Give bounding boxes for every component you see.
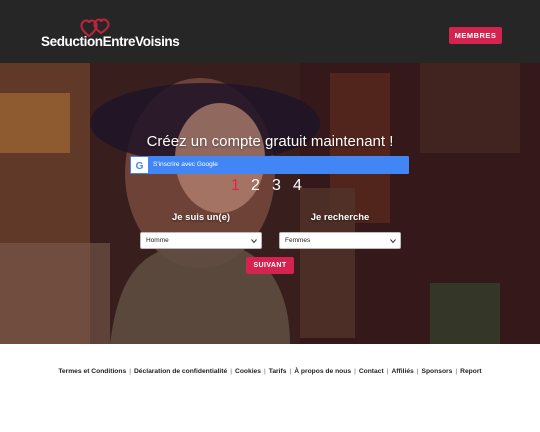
separator: | xyxy=(354,368,356,375)
hero-section: Créez un compte gratuit maintenant ! G S… xyxy=(0,63,540,344)
separator: | xyxy=(264,368,266,375)
footer-link-report[interactable]: Report xyxy=(460,368,482,375)
footer-link-about[interactable]: À propos de nous xyxy=(294,368,351,375)
footer-link-privacy[interactable]: Déclaration de confidentialité xyxy=(134,368,227,375)
logo-text: SeductionEntreVoisins xyxy=(41,34,180,49)
step-4: 4 xyxy=(293,177,302,194)
chevron-down-icon xyxy=(390,239,396,244)
seeking-label: Je recherche xyxy=(310,212,370,223)
footer-links: Termes et Conditions | Déclaration de conf… xyxy=(0,368,540,375)
step-2: 2 xyxy=(251,177,260,194)
footer-link-contact[interactable]: Contact xyxy=(359,368,384,375)
google-signup-label: S'inscrire avec Google xyxy=(153,161,218,168)
gender-select-value: Homme xyxy=(146,237,169,244)
seeking-select[interactable]: Femmes xyxy=(279,232,401,249)
svg-text:G: G xyxy=(136,161,144,172)
separator: | xyxy=(129,368,131,375)
google-signup-button[interactable]: G S'inscrire avec Google xyxy=(130,156,409,174)
members-button[interactable]: MEMBRES xyxy=(449,27,502,44)
footer-link-cookies[interactable]: Cookies xyxy=(235,368,261,375)
i-am-label: Je suis un(e) xyxy=(171,212,231,223)
site-logo[interactable]: SeductionEntreVoisins xyxy=(41,16,181,50)
footer-link-affiliates[interactable]: Affiliés xyxy=(391,368,413,375)
footer-link-sponsors[interactable]: Sponsors xyxy=(422,368,453,375)
site-header: SeductionEntreVoisins MEMBRES xyxy=(0,0,540,63)
footer-link-pricing[interactable]: Tarifs xyxy=(269,368,287,375)
separator: | xyxy=(416,368,419,375)
next-button[interactable]: SUIVANT xyxy=(246,257,294,274)
separator: | xyxy=(455,368,458,375)
google-icon: G xyxy=(131,157,148,173)
seeking-select-value: Femmes xyxy=(285,237,311,244)
signup-title: Créez un compte gratuit maintenant ! xyxy=(146,133,394,150)
chevron-down-icon xyxy=(251,239,257,244)
hero-overlay xyxy=(0,63,540,344)
step-3: 3 xyxy=(272,177,281,194)
gender-select[interactable]: Homme xyxy=(140,232,262,249)
separator: | xyxy=(230,368,232,375)
step-1: 1 xyxy=(231,177,240,194)
footer-link-terms[interactable]: Termes et Conditions xyxy=(58,368,126,375)
step-indicator: 1 2 3 4 xyxy=(228,177,318,197)
